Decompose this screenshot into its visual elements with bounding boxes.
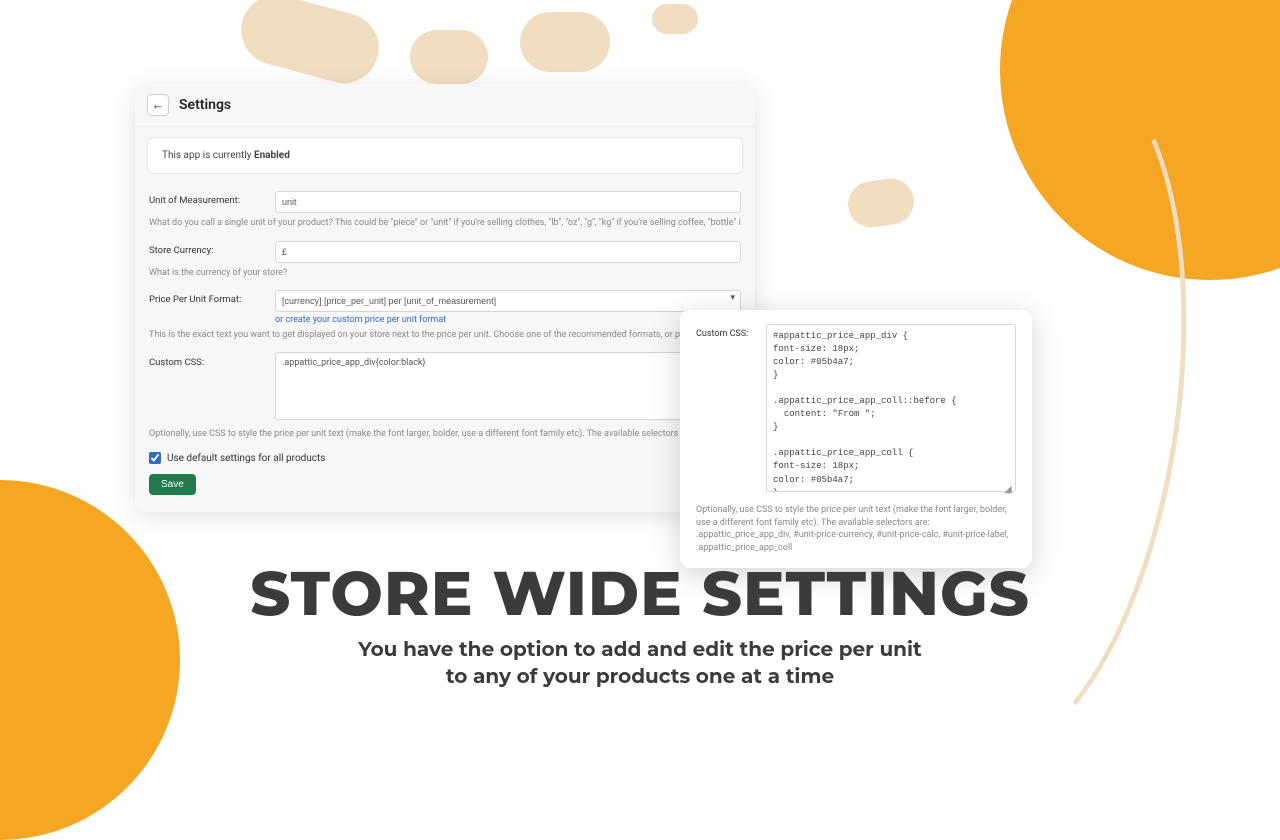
css-label: Custom CSS: [149, 352, 275, 368]
format-select[interactable] [275, 290, 741, 312]
currency-help: What is the currency of your store? [149, 267, 741, 280]
popout-css-textarea[interactable] [766, 324, 1016, 492]
custom-format-link[interactable]: or create your custom price per unit for… [275, 315, 741, 325]
format-label: Price Per Unit Format: [149, 289, 275, 305]
status-state: Enabled [254, 150, 290, 161]
page-title: Settings [179, 97, 231, 113]
settings-panel: ← Settings This app is currently Enabled… [135, 84, 755, 512]
save-button[interactable]: Save [149, 474, 196, 495]
unit-input[interactable] [275, 191, 741, 213]
arrow-left-icon: ← [152, 97, 165, 113]
headline-title: STORE WIDE SETTINGS [0, 555, 1280, 631]
panel-header: ← Settings [135, 84, 755, 127]
bg-blob-tan [652, 4, 698, 34]
bg-blob-tan [520, 12, 610, 72]
back-button[interactable]: ← [147, 94, 169, 116]
custom-css-popout: Custom CSS: ◢ Optionally, use CSS to sty… [680, 310, 1032, 568]
bg-blob-tan [410, 30, 488, 84]
resize-handle-icon[interactable]: ◢ [1004, 484, 1014, 494]
currency-input[interactable] [275, 241, 741, 263]
format-help: This is the exact text you want to get d… [149, 329, 741, 342]
css-help: Optionally, use CSS to style the price p… [149, 428, 741, 441]
marketing-headline: STORE WIDE SETTINGS You have the option … [0, 555, 1280, 691]
headline-line2: to any of your products one at a time [446, 665, 834, 689]
status-card: This app is currently Enabled [147, 137, 743, 174]
currency-label: Store Currency: [149, 240, 275, 256]
popout-css-label: Custom CSS: [696, 324, 766, 339]
status-prefix: This app is currently [162, 150, 254, 161]
bg-blob-tan [233, 0, 386, 91]
default-settings-checkbox[interactable] [149, 452, 161, 464]
popout-css-help: Optionally, use CSS to style the price p… [696, 504, 1016, 554]
headline-line1: You have the option to add and edit the … [358, 638, 921, 662]
bg-blob-tan [845, 176, 917, 231]
default-settings-label: Use default settings for all products [167, 453, 325, 464]
unit-help: What do you call a single unit of your p… [149, 217, 741, 230]
unit-label: Unit of Measurement: [149, 190, 275, 206]
css-textarea[interactable] [275, 352, 741, 420]
